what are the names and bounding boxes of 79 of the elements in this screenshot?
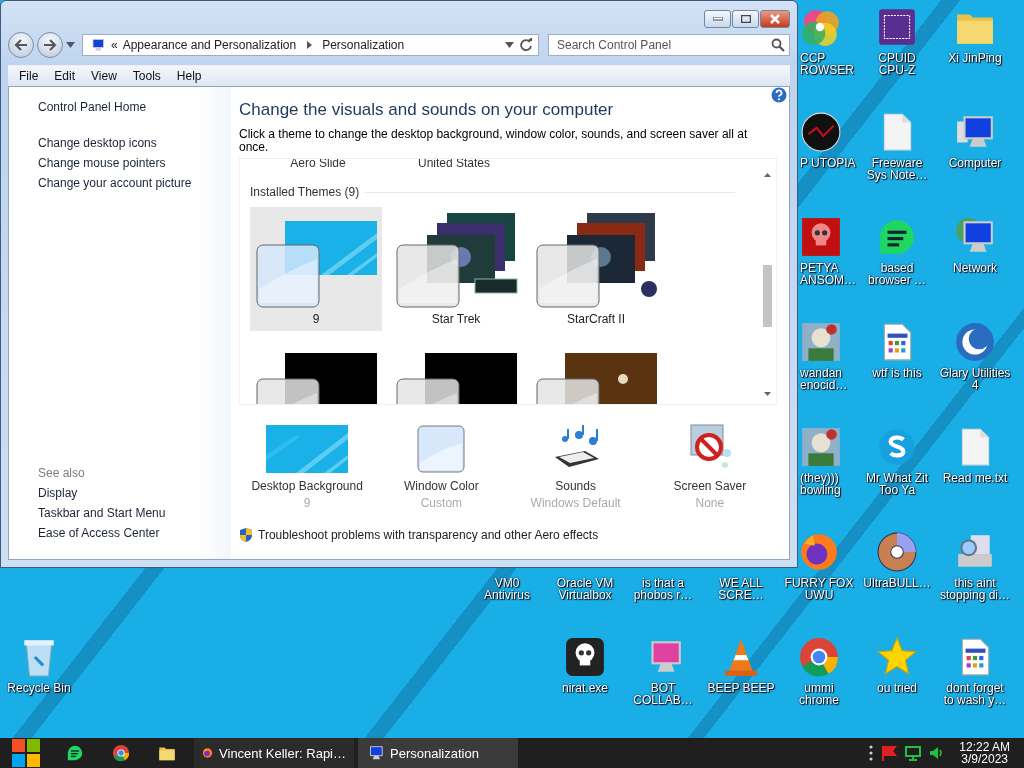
icon-label[interactable]: Recycle Bin	[7, 682, 71, 694]
theme-tile[interactable]: Star Trek	[390, 207, 522, 331]
sidebar-link[interactable]: Taskbar and Start Menu	[38, 503, 231, 523]
theme-label: 9	[312, 312, 320, 326]
sidebar-link[interactable]: Display	[38, 483, 231, 503]
sidebar-link[interactable]: Change desktop icons	[38, 133, 231, 153]
browser-icon[interactable]	[798, 636, 840, 678]
forward-arrow-icon	[43, 39, 57, 51]
chevron-right-icon[interactable]	[306, 41, 313, 49]
menu-item[interactable]: File	[11, 69, 47, 83]
breadcrumb[interactable]: Appearance and Personalization	[122, 38, 297, 52]
menu-item[interactable]: View	[83, 69, 125, 83]
scroll-down-icon[interactable]	[764, 392, 771, 396]
back-button[interactable]	[8, 32, 34, 58]
theme-tile[interactable]: 9	[250, 207, 382, 331]
theme-label: StarCraft II	[567, 312, 625, 326]
theme-tile[interactable]: StarCraft II	[530, 207, 662, 331]
sidebar-link[interactable]: Ease of Access Center	[38, 523, 231, 543]
breadcrumb[interactable]: Personalization	[322, 38, 405, 52]
close-icon	[770, 14, 780, 24]
star-icon[interactable]	[876, 636, 918, 678]
skull-icon[interactable]	[564, 636, 606, 678]
address-bar[interactable]: « Appearance and Personalization Personalization	[82, 34, 539, 56]
see-also-heading: See also	[38, 465, 86, 482]
disc-icon[interactable]	[876, 531, 918, 573]
taskbar-button[interactable]: Vincent Keller: Rapi…	[194, 738, 354, 768]
color-swatch-icon[interactable]	[417, 425, 466, 473]
scroll-up-icon[interactable]	[764, 173, 771, 177]
troubleshoot-link[interactable]: Troubleshoot problems with transparency and other Aero effects	[258, 528, 599, 542]
group-heading: Installed Themes (9)	[250, 185, 360, 199]
setting-link[interactable]: Sounds	[555, 479, 596, 493]
chat-icon	[66, 744, 84, 762]
crescent-icon[interactable]	[954, 321, 996, 363]
setting-link[interactable]: Desktop Background	[251, 479, 363, 493]
flag-icon[interactable]	[881, 745, 898, 761]
taskbar-button[interactable]: Personalization	[358, 738, 518, 768]
forward-button[interactable]	[37, 32, 63, 58]
maximize-icon	[740, 15, 751, 23]
setting-value: None	[695, 496, 725, 510]
circle-icon[interactable]	[800, 111, 842, 153]
minimize-icon	[712, 17, 723, 21]
close-button[interactable]	[760, 10, 790, 28]
chat-bubble-icon[interactable]	[876, 426, 918, 468]
page-heading: Change the visuals and sounds on your computer	[239, 100, 615, 120]
theme-label: Star Trek	[431, 312, 481, 326]
sidebar-link[interactable]: Change mouse pointers	[38, 153, 231, 173]
theme-label[interactable]: United States	[386, 159, 522, 171]
setting-value: 9	[303, 496, 311, 510]
setting-link[interactable]: Screen Saver	[673, 479, 747, 493]
menu-item[interactable]: Edit	[46, 69, 84, 83]
refresh-icon[interactable]	[519, 38, 533, 52]
caret-icon[interactable]	[505, 42, 514, 48]
icon-label[interactable]: Glary Utilities 4	[939, 367, 1011, 391]
setting-value: Windows Default	[530, 496, 621, 510]
menu-item[interactable]: Tools	[124, 69, 169, 83]
back-arrow-icon	[14, 39, 28, 51]
search-icon[interactable]	[771, 38, 785, 52]
setting-link[interactable]: Window Color	[404, 479, 479, 493]
clock-date[interactable]: 3/9/2023	[961, 753, 1008, 765]
browser-icon	[112, 744, 130, 762]
setting-value: Custom	[420, 496, 463, 510]
help-button[interactable]	[771, 87, 787, 103]
fox-icon[interactable]	[798, 531, 840, 573]
theme-label[interactable]: Aero Slide	[250, 159, 386, 171]
network-icon[interactable]	[905, 745, 922, 761]
scrollbar-thumb[interactable]	[763, 265, 772, 327]
description: Click a theme to change the desktop background, window color, sounds, and screen saver all at once.	[239, 128, 749, 154]
clock-time[interactable]: 12:22 AM	[959, 741, 1010, 753]
chip-icon[interactable]	[876, 6, 918, 48]
sidebar-link[interactable]: Change your account picture	[38, 173, 231, 193]
more-icon[interactable]	[869, 745, 874, 761]
overflow-chevron[interactable]: «	[111, 38, 118, 52]
shield-icon	[240, 528, 252, 542]
menu-item[interactable]: Help	[168, 69, 210, 83]
sidebar-link[interactable]: Control Panel Home	[38, 97, 231, 117]
search-field[interactable]: Search Control Panel	[548, 34, 790, 56]
caret-icon[interactable]	[66, 42, 75, 48]
start-icon	[11, 738, 41, 768]
maximize-button[interactable]	[732, 10, 759, 28]
